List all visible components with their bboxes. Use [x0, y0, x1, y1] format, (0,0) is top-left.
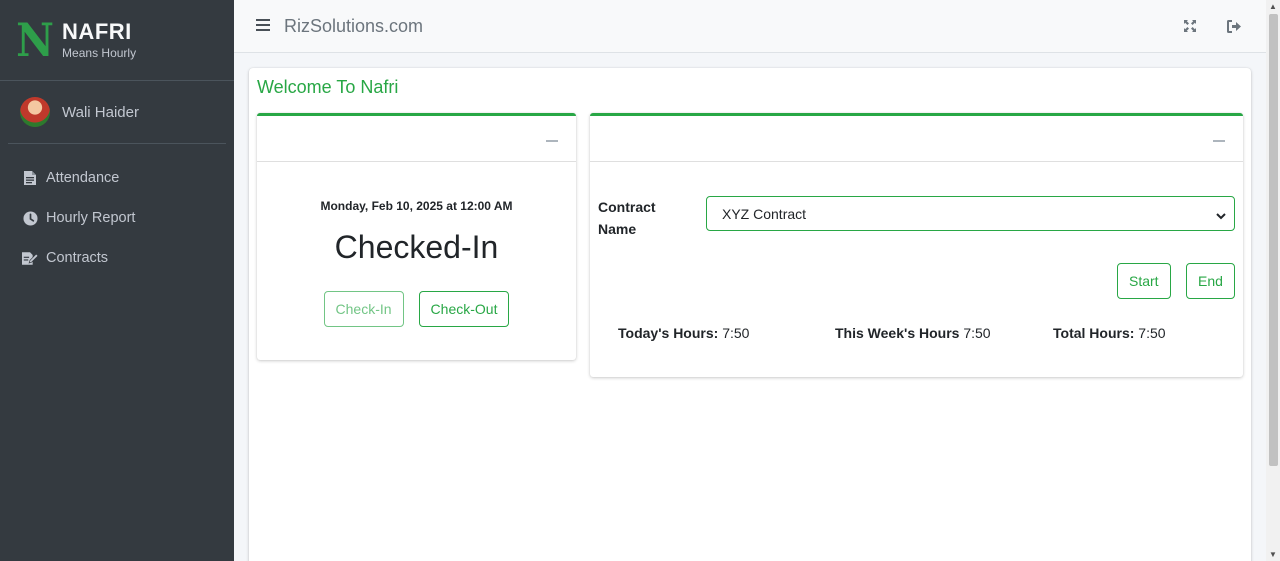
brand-name: NAFRI [62, 18, 132, 44]
brand-tagline: Means Hourly [62, 45, 137, 60]
collapse-minus-icon[interactable] [546, 140, 558, 142]
start-button[interactable]: Start [1117, 263, 1171, 299]
total-hours-label: Total Hours: [1053, 325, 1135, 341]
hamburger-icon[interactable] [256, 15, 270, 37]
contract-select-value: XYZ Contract [722, 205, 807, 222]
logout-icon[interactable] [1226, 18, 1242, 34]
total-hours: Total Hours: 7:50 [1053, 325, 1166, 341]
todays-hours-label: Today's Hours: [618, 325, 719, 341]
sidebar-item-label: Hourly Report [46, 210, 136, 226]
page-title: Welcome To Nafri [257, 77, 399, 97]
chevron-down-icon [1216, 208, 1226, 224]
panel-header [590, 116, 1243, 162]
expand-icon[interactable] [1182, 18, 1198, 34]
sidebar: N NAFRI Means Hourly Wali Haider Attenda… [0, 0, 234, 561]
contract-name-label: Contract Name [598, 199, 656, 237]
week-hours: This Week's Hours 7:50 [835, 325, 991, 341]
contract-select[interactable]: XYZ Contract [706, 196, 1235, 231]
sidebar-item-label: Contracts [46, 250, 109, 266]
sidebar-item-contracts[interactable]: Contracts [0, 238, 234, 278]
brand-logo: N [16, 13, 54, 67]
user-panel[interactable]: Wali Haider [8, 81, 226, 144]
scrollbar[interactable]: ▲ ▼ [1266, 0, 1280, 561]
attendance-panel: Monday, Feb 10, 2025 at 12:00 AM Checked… [257, 113, 576, 360]
total-hours-value: 7:50 [1138, 325, 1166, 341]
avatar [20, 97, 50, 127]
brand[interactable]: N NAFRI Means Hourly [0, 0, 234, 81]
week-hours-value: 7:50 [963, 325, 991, 341]
scroll-down-arrow-icon[interactable]: ▼ [1269, 550, 1277, 559]
sidebar-item-hourly-report[interactable]: Hourly Report [0, 198, 234, 238]
edit-doc-icon [22, 250, 38, 266]
topbar: RizSolutions.com [234, 0, 1266, 53]
user-name: Wali Haider [62, 103, 139, 121]
todays-hours: Today's Hours: 7:50 [618, 325, 749, 341]
sidebar-item-label: Attendance [46, 170, 120, 186]
check-out-button[interactable]: Check-Out [418, 291, 510, 327]
attendance-datetime: Monday, Feb 10, 2025 at 12:00 AM [320, 199, 513, 213]
scroll-thumb[interactable] [1269, 14, 1278, 466]
attendance-status: Checked-In [334, 229, 499, 265]
panel-header [257, 116, 576, 162]
week-hours-label: This Week's Hours [835, 325, 960, 341]
file-icon [22, 170, 38, 186]
todays-hours-value: 7:50 [722, 325, 750, 341]
main-card: Welcome To Nafri Monday, Feb 10, 2025 at… [249, 68, 1251, 561]
scroll-up-arrow-icon[interactable]: ▲ [1269, 2, 1277, 11]
sidebar-nav: Attendance Hourly Report Contracts [0, 158, 234, 278]
end-button[interactable]: End [1186, 263, 1235, 299]
collapse-minus-icon[interactable] [1213, 140, 1225, 142]
contract-panel: Contract Name XYZ Contract Start End Tod… [590, 113, 1243, 377]
site-title[interactable]: RizSolutions.com [284, 16, 423, 37]
clock-icon [22, 210, 38, 226]
sidebar-item-attendance[interactable]: Attendance [0, 158, 234, 198]
check-in-button[interactable]: Check-In [323, 291, 404, 327]
